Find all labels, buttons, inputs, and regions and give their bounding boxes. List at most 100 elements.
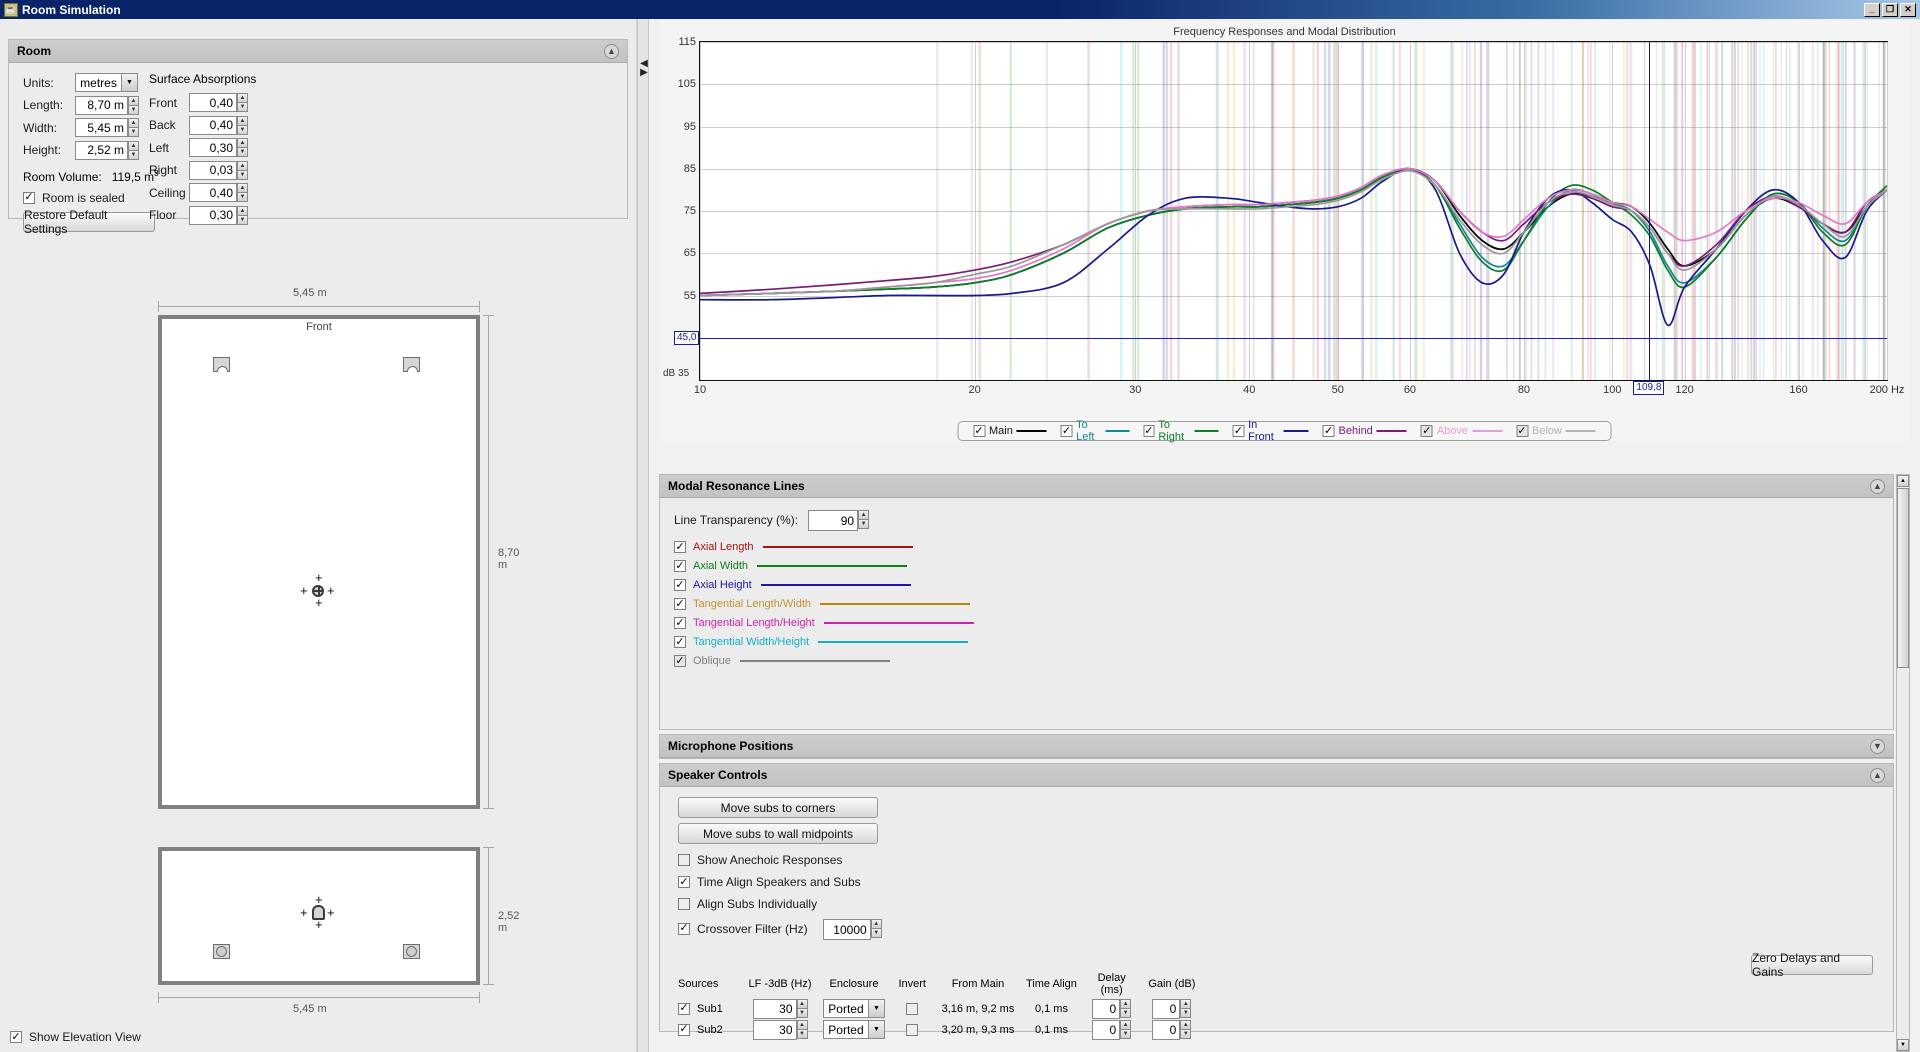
right-absorption-stepper[interactable]: 0,03 ▲ ▼ bbox=[189, 160, 248, 180]
speaker-right-plan[interactable] bbox=[403, 357, 420, 372]
sub1-delay-cell[interactable]: 0 ▲ ▼ bbox=[1082, 998, 1142, 1019]
modal-line-checkbox[interactable]: ✓ bbox=[674, 560, 686, 572]
sub2-lf-input[interactable]: 30 bbox=[752, 1020, 797, 1040]
back-absorption-stepper[interactable]: 0,40 ▲ ▼ bbox=[189, 115, 248, 135]
restore-button[interactable]: ❐ bbox=[1882, 2, 1898, 17]
spin-up-icon[interactable]: ▲ bbox=[1180, 999, 1192, 1009]
spin-up-icon[interactable]: ▲ bbox=[1180, 1020, 1192, 1030]
sub2-invert-checkbox[interactable] bbox=[906, 1023, 919, 1036]
spin-down-icon[interactable]: ▼ bbox=[796, 1009, 808, 1018]
modal-line-axial-length[interactable]: ✓ Axial Length bbox=[674, 541, 1893, 553]
spin-down-icon[interactable]: ▼ bbox=[237, 148, 248, 157]
modal-panel-header[interactable]: Modal Resonance Lines ▲ bbox=[660, 475, 1893, 498]
table-row[interactable]: ✓ Sub1 30 ▲ ▼ Ported ▼ 3,16 m, 9,2 ms 0,… bbox=[674, 998, 1202, 1019]
restore-defaults-button[interactable]: Restore Default Settings bbox=[23, 208, 155, 236]
spin-down-icon[interactable]: ▼ bbox=[1120, 1030, 1132, 1039]
scroll-up-icon[interactable]: ▲ bbox=[1897, 475, 1909, 487]
time-align-row[interactable]: ✓ Time Align Speakers and Subs bbox=[678, 875, 1893, 889]
spin-down-icon[interactable]: ▼ bbox=[237, 215, 248, 225]
frequency-response-chart[interactable]: Frequency Responses and Modal Distributi… bbox=[659, 21, 1910, 443]
time-align-checkbox[interactable]: ✓ bbox=[678, 876, 690, 888]
height-input[interactable]: 2,52 m bbox=[75, 140, 128, 160]
modal-line-tangential-length-height[interactable]: ✓ Tangential Length/Height bbox=[674, 617, 1893, 629]
floor-absorption-stepper[interactable]: 0,30 ▲ ▼ bbox=[189, 205, 248, 225]
units-select[interactable]: metres ▼ bbox=[75, 73, 138, 92]
legend-item-to-right[interactable]: ✓ To Right bbox=[1136, 419, 1226, 443]
spin-up-icon[interactable]: ▲ bbox=[796, 999, 808, 1009]
spin-up-icon[interactable]: ▲ bbox=[128, 118, 139, 128]
mic-position-back-icon[interactable]: + bbox=[315, 596, 323, 609]
line-transparency-input[interactable]: 90 bbox=[808, 510, 859, 531]
modal-line-axial-height[interactable]: ✓ Axial Height bbox=[674, 579, 1893, 591]
listener-head-icon[interactable] bbox=[312, 905, 325, 920]
modal-line-oblique[interactable]: ✓ Oblique bbox=[674, 655, 1893, 667]
modal-line-checkbox[interactable]: ✓ bbox=[674, 598, 686, 610]
legend-checkbox[interactable]: ✓ bbox=[1322, 425, 1335, 437]
chevron-up-icon[interactable]: ▲ bbox=[1870, 767, 1885, 783]
modal-line-checkbox[interactable]: ✓ bbox=[674, 541, 686, 553]
modal-line-checkbox[interactable]: ✓ bbox=[674, 655, 686, 667]
spin-up-icon[interactable]: ▲ bbox=[858, 510, 870, 520]
zero-delays-gains-button[interactable]: Zero Delays and Gains bbox=[1751, 951, 1873, 979]
spin-up-icon[interactable]: ▲ bbox=[237, 183, 248, 193]
chevron-down-icon[interactable]: ▼ bbox=[867, 1000, 884, 1017]
legend-checkbox[interactable]: ✓ bbox=[973, 425, 986, 437]
move-subs-corners-button[interactable]: Move subs to corners bbox=[678, 797, 878, 818]
front-absorption-stepper[interactable]: 0,40 ▲ ▼ bbox=[189, 93, 248, 112]
modal-line-checkbox[interactable]: ✓ bbox=[674, 617, 686, 629]
sub2-gain-cell[interactable]: 0 ▲ ▼ bbox=[1142, 1019, 1202, 1040]
cursor-horizontal-line[interactable] bbox=[700, 337, 1887, 339]
room-panel-header[interactable]: Room ▲ bbox=[9, 40, 627, 63]
cursor-frequency-marker[interactable]: 109,8 bbox=[1633, 381, 1665, 395]
length-stepper[interactable]: 8,70 m ▲ ▼ bbox=[75, 95, 139, 115]
crossover-filter-row[interactable]: ✓ Crossover Filter (Hz) 10000 ▲ ▼ bbox=[678, 919, 1893, 940]
spin-up-icon[interactable]: ▲ bbox=[128, 140, 139, 151]
align-subs-row[interactable]: Align Subs Individually bbox=[678, 897, 1893, 911]
sub1-lf-input[interactable]: 30 bbox=[752, 999, 797, 1019]
ceiling-absorption-input[interactable]: 0,40 bbox=[189, 183, 237, 202]
spin-up-icon[interactable]: ▲ bbox=[870, 919, 882, 929]
modal-line-tangential-width-height[interactable]: ✓ Tangential Width/Height bbox=[674, 636, 1893, 648]
modal-line-checkbox[interactable]: ✓ bbox=[674, 579, 686, 591]
spin-down-icon[interactable]: ▼ bbox=[237, 193, 248, 202]
sub2-enclosure-cell[interactable]: Ported ▼ bbox=[818, 1019, 890, 1040]
sub2-invert-cell[interactable] bbox=[890, 1019, 935, 1040]
speaker-left-elevation[interactable] bbox=[213, 944, 230, 959]
sub1-invert-cell[interactable] bbox=[890, 998, 935, 1019]
legend-item-above[interactable]: ✓ Above bbox=[1414, 425, 1509, 437]
cursor-vertical-line[interactable] bbox=[1649, 42, 1651, 380]
room-elevation-view[interactable]: + + + + 2,52 m 5,45 m bbox=[158, 847, 519, 1037]
sub2-name-cell[interactable]: ✓ Sub2 bbox=[674, 1019, 742, 1040]
series-legend[interactable]: ✓ Main ✓ To Left ✓ To Right ✓ In Front ✓… bbox=[957, 419, 1612, 443]
mic-position-right-icon[interactable]: + bbox=[327, 906, 335, 919]
spin-up-icon[interactable]: ▲ bbox=[237, 93, 248, 103]
spin-up-icon[interactable]: ▲ bbox=[237, 115, 248, 126]
ceiling-absorption-stepper[interactable]: 0,40 ▲ ▼ bbox=[189, 183, 248, 202]
chevron-up-icon[interactable]: ▲ bbox=[1870, 478, 1885, 494]
pane-splitter[interactable]: ◀ ▶ bbox=[637, 19, 649, 1052]
sub2-lf-cell[interactable]: 30 ▲ ▼ bbox=[742, 1019, 818, 1040]
speaker-left-plan[interactable] bbox=[213, 357, 230, 372]
sub1-enclosure-cell[interactable]: Ported ▼ bbox=[818, 998, 890, 1019]
sub2-gain-input[interactable]: 0 bbox=[1152, 1020, 1181, 1040]
sub1-lf-cell[interactable]: 30 ▲ ▼ bbox=[742, 998, 818, 1019]
show-elevation-row[interactable]: ✓ Show Elevation View bbox=[10, 1030, 141, 1044]
mic-position-left-icon[interactable]: + bbox=[300, 584, 308, 597]
back-absorption-input[interactable]: 0,40 bbox=[189, 115, 237, 135]
spin-down-icon[interactable]: ▼ bbox=[1120, 1009, 1132, 1018]
show-anechoic-checkbox[interactable] bbox=[678, 854, 690, 866]
sub1-gain-input[interactable]: 0 bbox=[1152, 999, 1181, 1019]
mic-position-front-icon[interactable]: + bbox=[315, 571, 323, 584]
legend-item-to-left[interactable]: ✓ To Left bbox=[1054, 419, 1136, 443]
legend-checkbox[interactable]: ✓ bbox=[1060, 425, 1073, 437]
sub1-checkbox[interactable]: ✓ bbox=[678, 1002, 690, 1015]
chevron-down-icon[interactable]: ▼ bbox=[1870, 738, 1885, 754]
room-sealed-row[interactable]: ✓ Room is sealed bbox=[23, 191, 627, 205]
speaker-right-elevation[interactable] bbox=[403, 944, 420, 959]
spin-down-icon[interactable]: ▼ bbox=[870, 929, 882, 938]
show-anechoic-row[interactable]: Show Anechoic Responses bbox=[678, 853, 1893, 867]
spin-up-icon[interactable]: ▲ bbox=[237, 138, 248, 148]
speaker-panel-header[interactable]: Speaker Controls ▲ bbox=[660, 764, 1893, 787]
legend-checkbox[interactable]: ✓ bbox=[1420, 425, 1433, 437]
cursor-level-marker[interactable]: 45,0 bbox=[674, 330, 700, 345]
